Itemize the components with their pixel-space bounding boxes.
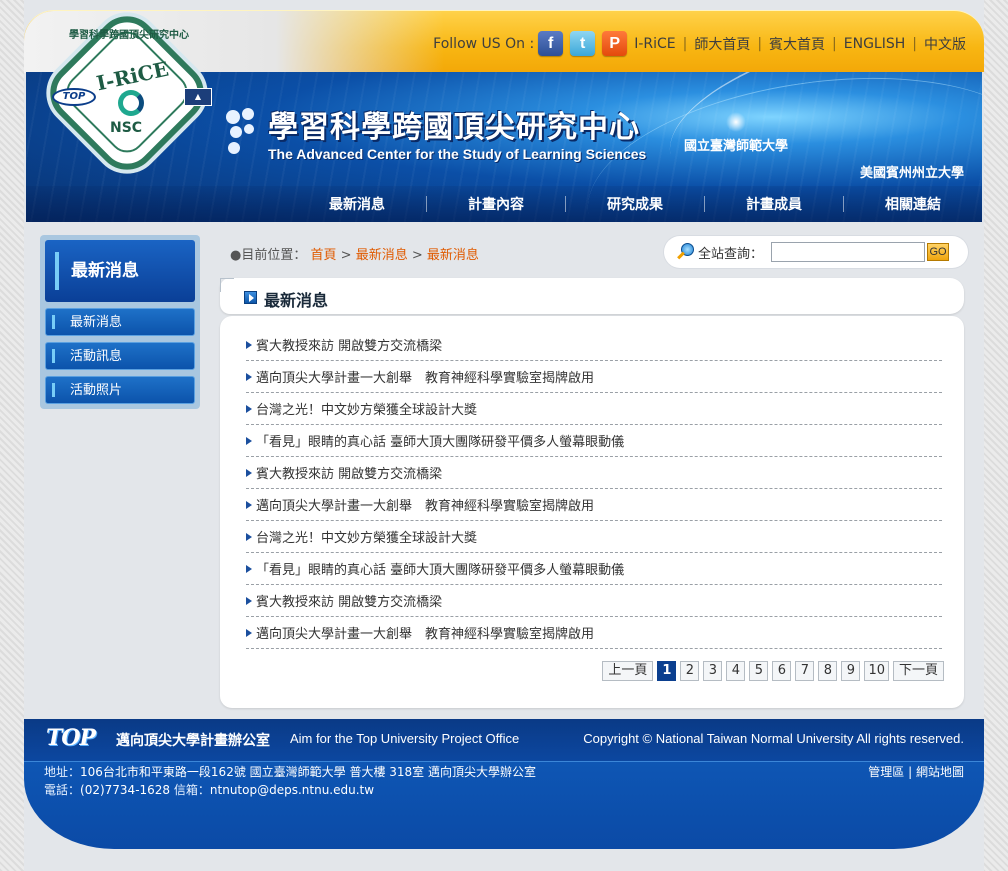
breadcrumb-level2[interactable]: 最新消息 (427, 248, 479, 263)
news-list: 賓大教授來訪 開啟雙方交流橋梁 邁向頂尖大學計畫一大創舉 教育神經科學實驗室揭牌… (246, 329, 942, 649)
search-go-button[interactable]: GO (927, 243, 950, 261)
news-item[interactable]: 賓大教授來訪 開啟雙方交流橋梁 (246, 585, 942, 617)
breadcrumb-home[interactable]: 首頁 (310, 248, 336, 263)
nav-news[interactable]: 最新消息 (288, 194, 426, 214)
search-input[interactable] (771, 242, 926, 262)
ntnu-label: 國立臺灣師範大學 (684, 139, 789, 154)
irice-logo[interactable]: 學習科學跨國頂尖研究中心 I-RiCE NSC TOP ▲ (37, 3, 220, 183)
email-link[interactable]: ntnutop@deps.ntnu.edu.tw (210, 783, 374, 797)
office-name-en: Aim for the Top University Project Offic… (290, 731, 520, 746)
psu-label: 美國賓州州立大學 (859, 166, 964, 181)
search-icon (676, 243, 694, 261)
footer-info: 地址：106台北市和平東路一段162號 國立臺灣師範大學 普大樓 318室 邁向… (24, 761, 984, 849)
twitter-icon[interactable]: t (570, 31, 596, 56)
page-3[interactable]: 3 (703, 661, 723, 681)
next-page-button[interactable]: 下一頁 (892, 661, 944, 681)
page-2[interactable]: 2 (680, 661, 700, 681)
psu-shield-icon: ▲ (184, 88, 212, 106)
nav-members[interactable]: 計畫成員 (705, 194, 843, 214)
news-item[interactable]: 邁向頂尖大學計畫一大創舉 教育神經科學實驗室揭牌啟用 (246, 617, 942, 649)
sidebar: 最新消息 最新消息 活動訊息 活動照片 (40, 235, 200, 409)
follow-label: Follow US On : (433, 35, 535, 52)
sidebar-item-events[interactable]: 活動訊息 (45, 342, 195, 370)
irice-mark-icon (118, 90, 144, 116)
news-item[interactable]: 「看見」眼睛的真心話 臺師大頂大團隊研發平價多人螢幕眼動儀 (246, 553, 942, 585)
footer-links: 管理區 | 網站地圖 (868, 765, 964, 779)
address-line: 地址：106台北市和平東路一段162號 國立臺灣師範大學 普大樓 318室 邁向… (44, 765, 536, 779)
link-irice[interactable]: I-RiCE (634, 36, 675, 52)
news-item[interactable]: 邁向頂尖大學計畫一大創舉 教育神經科學實驗室揭牌啟用 (246, 361, 942, 393)
sidebar-title: 最新消息 (45, 240, 195, 302)
section-title: 最新消息 (264, 291, 329, 310)
nav-links[interactable]: 相關連結 (844, 194, 982, 214)
link-english[interactable]: ENGLISH (844, 36, 906, 52)
site-title: 學習科學跨國頂尖研究中心 (268, 110, 640, 145)
news-item[interactable]: 「看見」眼睛的真心話 臺師大頂大團隊研發平價多人螢幕眼動儀 (246, 425, 942, 457)
prev-page-button[interactable]: 上一頁 (602, 661, 654, 681)
link-ntnu-home[interactable]: 師大首頁 (694, 34, 750, 54)
top-links: Follow US On : f t P I-RiCE | 師大首頁 | 賓大首… (433, 31, 966, 56)
page-6[interactable]: 6 (772, 661, 792, 681)
page-10[interactable]: 10 (864, 661, 889, 681)
link-chinese[interactable]: 中文版 (924, 34, 966, 54)
page-7[interactable]: 7 (795, 661, 815, 681)
top-logo: TOP (46, 725, 96, 751)
pagination: 上一頁 1 2 3 4 5 6 7 8 9 10 下一頁 (602, 661, 944, 681)
search-label: 全站查詢： (698, 246, 764, 262)
page-4[interactable]: 4 (726, 661, 746, 681)
news-item[interactable]: 賓大教授來訪 開啟雙方交流橋梁 (246, 457, 942, 489)
nav-results[interactable]: 研究成果 (566, 194, 704, 214)
admin-link[interactable]: 管理區 (868, 765, 904, 779)
page: Follow US On : f t P I-RiCE | 師大首頁 | 賓大首… (24, 0, 984, 871)
breadcrumb-level1[interactable]: 最新消息 (356, 248, 408, 263)
sidebar-item-photos[interactable]: 活動照片 (45, 376, 195, 404)
nav-project[interactable]: 計畫內容 (427, 194, 565, 214)
office-name: 邁向頂尖大學計畫辦公室 (116, 733, 270, 749)
page-1[interactable]: 1 (657, 661, 677, 681)
news-item[interactable]: 台灣之光！中文妙方榮獲全球設計大獎 (246, 393, 942, 425)
link-psu-home[interactable]: 賓大首頁 (769, 34, 825, 54)
news-item[interactable]: 邁向頂尖大學計畫一大創舉 教育神經科學實驗室揭牌啟用 (246, 489, 942, 521)
news-panel: 賓大教授來訪 開啟雙方交流橋梁 邁向頂尖大學計畫一大創舉 教育神經科學實驗室揭牌… (220, 316, 964, 708)
page-5[interactable]: 5 (749, 661, 769, 681)
site-search: 全站查詢： GO (664, 236, 968, 268)
contact-line: 電話：(02)7734-1628 信箱：ntnutop@deps.ntnu.ed… (44, 783, 375, 797)
breadcrumb: ●目前位置： 首頁 > 最新消息 > 最新消息 (230, 248, 479, 263)
dots-decoration (226, 108, 262, 154)
sitemap-link[interactable]: 網站地圖 (916, 765, 964, 779)
section-heading: 最新消息 (220, 278, 964, 314)
main-nav: 最新消息 計畫內容 研究成果 計畫成員 相關連結 (26, 186, 982, 222)
footer-bar: TOP 邁向頂尖大學計畫辦公室 Aim for the Top Universi… (24, 719, 984, 761)
news-item[interactable]: 賓大教授來訪 開啟雙方交流橋梁 (246, 329, 942, 361)
facebook-icon[interactable]: f (538, 31, 564, 56)
news-item[interactable]: 台灣之光！中文妙方榮獲全球設計大獎 (246, 521, 942, 553)
page-9[interactable]: 9 (841, 661, 861, 681)
site-title-en: The Advanced Center for the Study of Lea… (268, 146, 647, 162)
heading-arrow-icon (244, 291, 257, 304)
plurk-icon[interactable]: P (602, 31, 628, 56)
page-8[interactable]: 8 (818, 661, 838, 681)
sidebar-item-news[interactable]: 最新消息 (45, 308, 195, 336)
copyright: Copyright © National Taiwan Normal Unive… (583, 731, 964, 746)
